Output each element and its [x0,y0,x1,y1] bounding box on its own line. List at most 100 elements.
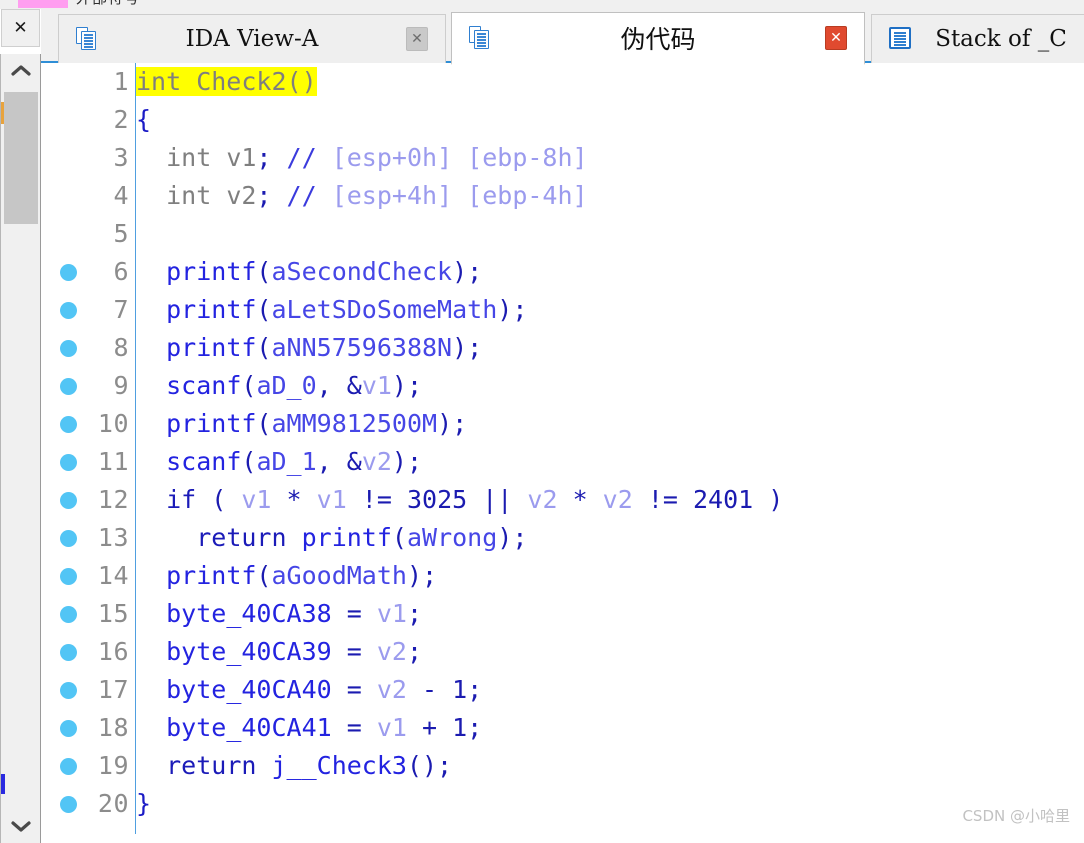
code-line[interactable]: 2{ [42,101,1084,139]
code-token: v2 [376,637,407,666]
line-number: 3 [113,143,129,172]
code-line[interactable]: 17 byte_40CA40 = v2 - 1; [42,671,1084,709]
code-line[interactable]: 4 int v2; // [esp+4h] [ebp-4h] [42,177,1084,215]
code-text: printf(aSecondCheck); [136,253,482,291]
code-token: printf [166,333,257,362]
code-text: byte_40CA39 = v2; [136,633,422,671]
code-token: aSecondCheck [271,257,453,286]
code-text: int v2; // [esp+4h] [ebp-4h] [136,177,587,215]
code-token: 1 [452,675,468,704]
code-token: , & [316,447,362,476]
scroll-up-arrow-icon[interactable] [1,54,41,88]
code-token: v2 [527,485,558,514]
code-line[interactable]: 7 printf(aLetSDoSomeMath); [42,291,1084,329]
code-token: 2401 [693,485,754,514]
tab-3[interactable]: Stack of _C [871,14,1084,63]
code-line[interactable]: 8 printf(aNN57596388N); [42,329,1084,367]
pseudocode-view[interactable]: 1 int Check2() 2{3 int v1; // [esp+0h] [eb… [42,63,1084,834]
code-line[interactable]: 15 byte_40CA38 = v1; [42,595,1084,633]
code-token: printf [166,409,257,438]
line-number: 10 [97,409,129,438]
code-token: ); [497,523,528,552]
code-line[interactable]: 5 [42,215,1084,253]
scrollbar-thumb[interactable] [4,92,38,224]
tab-2[interactable]: 伪代码 ✕ [451,12,865,65]
code-line[interactable]: 20} [42,785,1084,823]
code-token: * [557,485,603,514]
code-token: ( [256,295,272,324]
code-token: ; [467,713,483,742]
code-line[interactable]: 6 printf(aSecondCheck); [42,253,1084,291]
line-number: 15 [97,599,129,628]
code-text: byte_40CA41 = v1 + 1; [136,709,482,747]
line-number: 4 [113,181,129,210]
code-line[interactable]: 10 printf(aMM9812500M); [42,405,1084,443]
code-token: ) [753,485,784,514]
code-token: ); [497,295,528,324]
code-text: printf(aNN57596388N); [136,329,482,367]
code-line[interactable]: 14 printf(aGoodMath); [42,557,1084,595]
tab-1[interactable]: IDA View-A ✕ [58,14,446,63]
code-line[interactable]: 18 byte_40CA41 = v1 + 1; [42,709,1084,747]
line-number: 1 [113,67,129,96]
code-token: aLetSDoSomeMath [271,295,498,324]
stack-glyph [889,27,911,49]
code-line[interactable]: 3 int v1; // [esp+0h] [ebp-8h] [42,139,1084,177]
code-token: aMM9812500M [271,409,438,438]
scroll-down-arrow-icon[interactable] [1,809,41,843]
code-line[interactable]: 9 scanf(aD_0, &v1); [42,367,1084,405]
code-token: ( [256,333,272,362]
code-token: byte_40CA38 [166,599,332,628]
code-text: printf(aMM9812500M); [136,405,467,443]
code-token: ; [256,143,272,172]
chevron-down-icon [11,821,31,832]
code-line[interactable]: 16 byte_40CA39 = v2; [42,633,1084,671]
code-token: } [136,789,152,818]
code-text: byte_40CA40 = v2 - 1; [136,671,482,709]
code-token: v2 [211,181,257,210]
code-token: = [331,599,377,628]
code-text: if ( v1 * v1 != 3025 || v2 * v2 != 2401 … [136,481,783,519]
vertical-scrollbar[interactable] [0,54,41,843]
tab-close-button[interactable]: ✕ [825,26,847,50]
code-token: = [331,713,377,742]
code-token: ( [256,561,272,590]
document-front-sheet [81,31,96,50]
code-token: ); [452,333,483,362]
tab-close-button[interactable]: ✕ [406,27,428,51]
line-number: 2 [113,105,129,134]
code-line[interactable]: 1 int Check2() [42,63,1084,101]
code-token: v1 [361,371,392,400]
code-token: v1 [211,143,257,172]
code-text: int Check2() [136,63,317,101]
code-token: ( [241,447,257,476]
panel-close-button[interactable]: ✕ [1,9,40,47]
code-token: aD_1 [256,447,317,476]
code-token: v2 [602,485,633,514]
code-line[interactable]: 19 return j__Check3(); [42,747,1084,785]
code-line[interactable]: 13 return printf(aWrong); [42,519,1084,557]
document-pair-icon [469,26,491,50]
code-token: ; [256,181,272,210]
tab-label: 伪代码 [620,25,696,54]
code-token: aGoodMath [271,561,407,590]
code-text: scanf(aD_1, &v2); [136,443,422,481]
line-number: 7 [113,295,129,324]
watermark: CSDN @小哈里 [962,807,1070,825]
code-line[interactable]: 12 if ( v1 * v1 != 3025 || v2 * v2 != 24… [42,481,1084,519]
document-front-sheet [474,30,489,49]
code-token: (); [406,751,453,780]
tab-bar: IDA View-A ✕ 伪代码 ✕ Stack of _C [41,9,1084,65]
tab-label: Stack of _C [935,26,1067,52]
code-token: v1 [376,713,407,742]
code-token: return [196,523,287,552]
code-line[interactable]: 11 scanf(aD_1, &v2); [42,443,1084,481]
